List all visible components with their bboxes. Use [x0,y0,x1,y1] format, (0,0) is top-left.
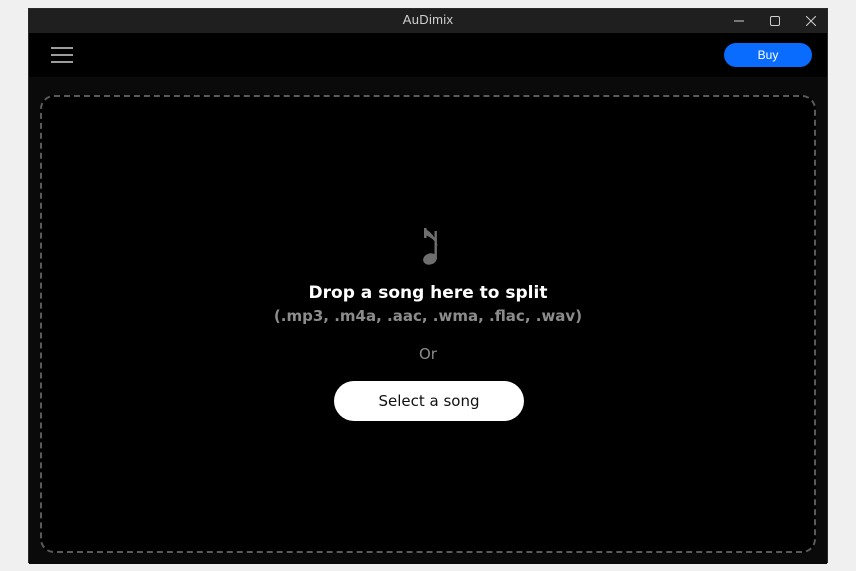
music-note-icon [423,228,438,265]
minimize-icon [734,20,744,22]
main-content: Drop a song here to split (.mp3, .m4a, .… [29,77,827,564]
menu-button[interactable] [47,43,77,67]
app-window: AuDimix Buy Drop a song here to split (.… [28,8,828,564]
maximize-button[interactable] [757,9,793,33]
hamburger-menu-icon [51,47,73,63]
buy-button[interactable]: Buy [724,43,812,67]
maximize-icon [770,16,780,26]
or-divider-text: Or [419,345,437,363]
select-song-button[interactable]: Select a song [334,381,524,421]
supported-formats: (.mp3, .m4a, .aac, .wma, .flac, .wav) [273,307,583,325]
drop-title: Drop a song here to split [308,283,548,303]
close-icon [806,16,816,26]
app-title: AuDimix [402,12,454,27]
title-bar[interactable]: AuDimix [29,9,827,33]
minimize-button[interactable] [721,9,757,33]
drop-zone[interactable]: Drop a song here to split (.mp3, .m4a, .… [40,95,816,553]
close-button[interactable] [793,9,829,33]
toolbar: Buy [29,33,827,77]
